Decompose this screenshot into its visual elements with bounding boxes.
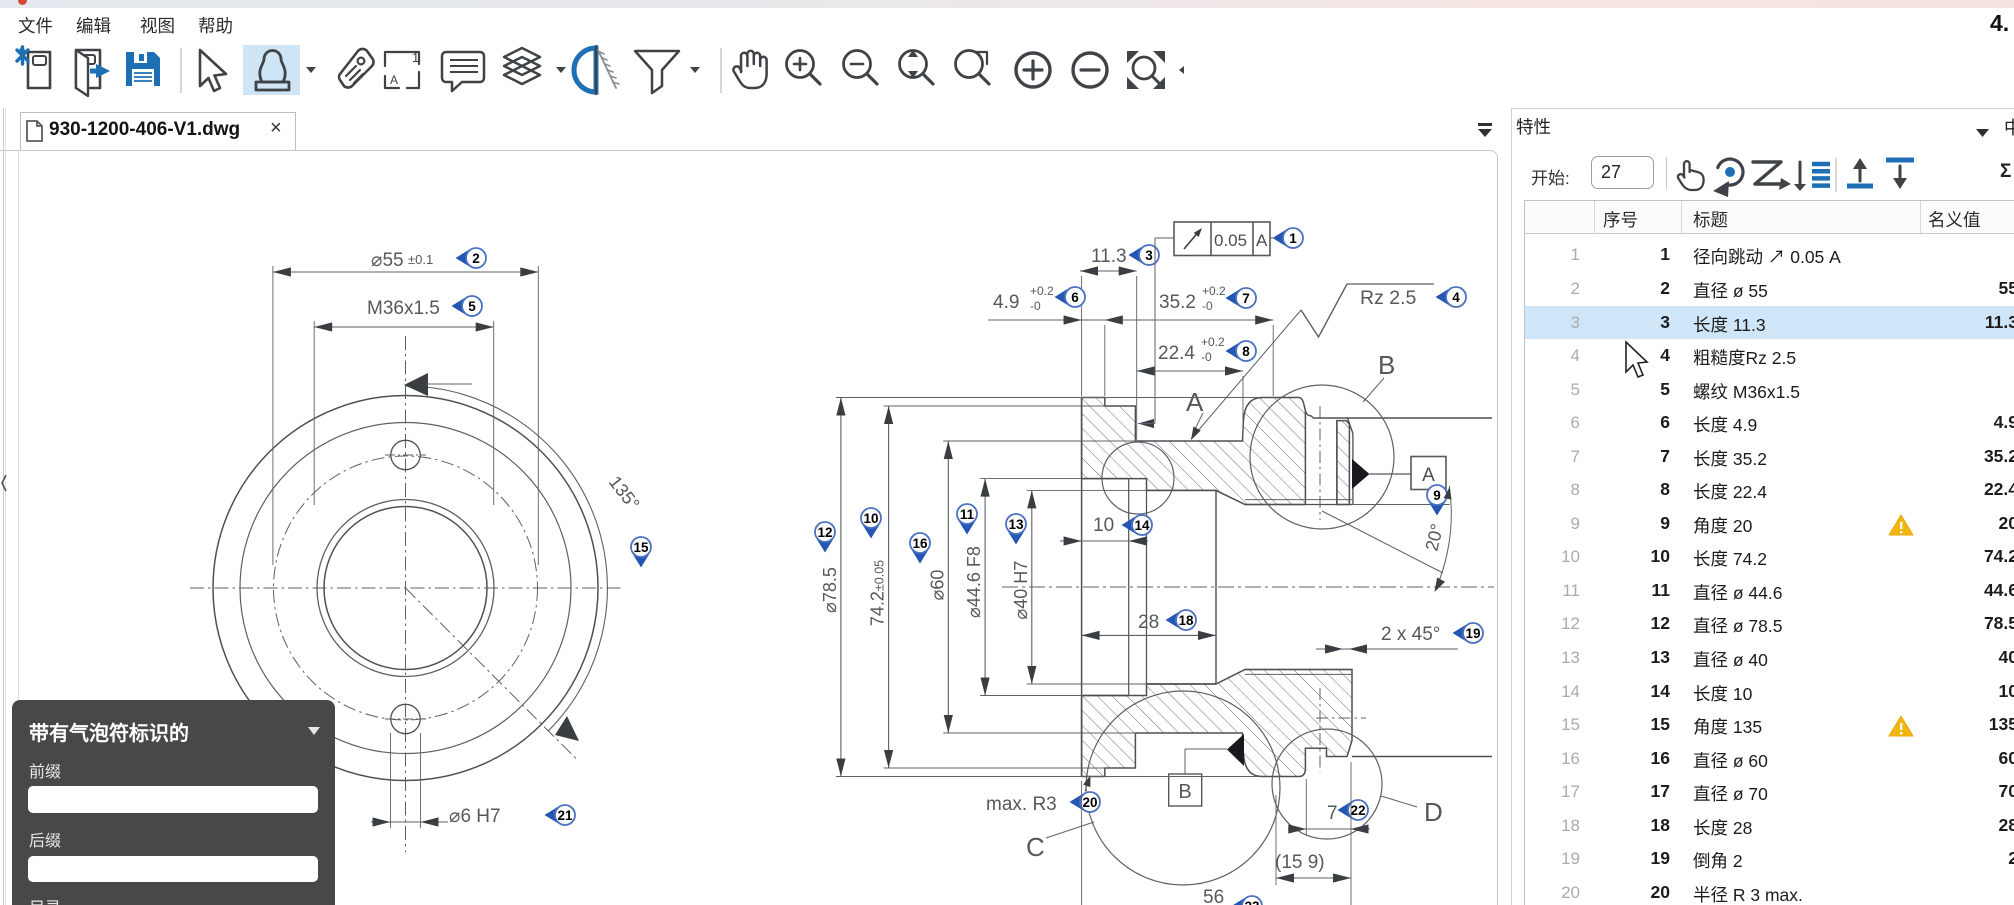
svg-text:2: 2	[472, 251, 480, 266]
svg-text:+0.2: +0.2	[1030, 284, 1054, 298]
svg-text:4.9: 4.9	[993, 292, 1019, 313]
svg-text:20°: 20°	[1421, 522, 1447, 553]
svg-text:18: 18	[1178, 613, 1194, 628]
svg-text:±0.1: ±0.1	[408, 252, 433, 267]
svg-text:⌀40 H7: ⌀40 H7	[1011, 561, 1031, 620]
svg-text:-0: -0	[1030, 299, 1041, 313]
svg-text:⌀44.6 F8: ⌀44.6 F8	[964, 546, 984, 618]
svg-text:8: 8	[1242, 344, 1250, 359]
svg-text:A: A	[1422, 465, 1435, 486]
svg-text:⌀78.5: ⌀78.5	[820, 567, 840, 613]
svg-text:-0: -0	[1201, 350, 1212, 364]
svg-text:22: 22	[1350, 803, 1365, 818]
svg-text:0.05: 0.05	[1214, 231, 1247, 250]
svg-text:74.2±0.05: 74.2±0.05	[868, 560, 888, 626]
svg-text:4: 4	[1452, 290, 1460, 305]
svg-text:7: 7	[1242, 291, 1250, 306]
svg-text:20: 20	[1082, 795, 1097, 810]
svg-text:16: 16	[912, 536, 928, 551]
svg-text:21: 21	[557, 808, 573, 823]
svg-text:14: 14	[1134, 518, 1150, 533]
svg-text:B: B	[1378, 350, 1395, 380]
svg-text:-0: -0	[1202, 299, 1213, 313]
svg-text:(15 9): (15 9)	[1275, 852, 1325, 873]
svg-text:23: 23	[1244, 899, 1260, 905]
svg-text:22.4: 22.4	[1158, 343, 1195, 364]
svg-text:A: A	[1256, 231, 1268, 250]
svg-text:6: 6	[1071, 290, 1079, 305]
svg-text:⌀55: ⌀55	[371, 250, 404, 271]
svg-text:1: 1	[1289, 231, 1297, 246]
svg-text:C: C	[1026, 832, 1045, 862]
svg-text:A: A	[1186, 387, 1204, 417]
svg-text:56: 56	[1203, 887, 1224, 905]
svg-text:135°: 135°	[605, 472, 644, 514]
svg-text:19: 19	[1465, 626, 1480, 641]
svg-text:M36x1.5: M36x1.5	[367, 298, 440, 319]
svg-text:12: 12	[817, 525, 832, 540]
svg-text:10: 10	[863, 511, 878, 526]
svg-text:max. R3: max. R3	[986, 794, 1057, 815]
svg-text:35.2: 35.2	[1159, 292, 1196, 313]
svg-text:⌀6 H7: ⌀6 H7	[449, 806, 501, 827]
svg-text:3: 3	[1145, 248, 1153, 263]
svg-text:Rz 2.5: Rz 2.5	[1360, 287, 1417, 309]
svg-text:15: 15	[633, 540, 649, 555]
svg-text:13: 13	[1008, 517, 1024, 532]
svg-text:⌀60: ⌀60	[927, 570, 947, 601]
svg-text:10: 10	[1093, 515, 1114, 536]
svg-text:D: D	[1424, 797, 1443, 827]
svg-text:5: 5	[468, 299, 476, 314]
svg-text:7: 7	[1327, 803, 1338, 824]
svg-text:11: 11	[960, 507, 975, 522]
svg-text:+0.2: +0.2	[1201, 335, 1225, 349]
svg-text:11.3: 11.3	[1091, 246, 1127, 267]
svg-text:B: B	[1178, 781, 1191, 803]
svg-text:9: 9	[1433, 488, 1441, 503]
svg-text:2 x 45°: 2 x 45°	[1381, 624, 1440, 645]
svg-text:+0.2: +0.2	[1202, 284, 1226, 298]
svg-text:28: 28	[1138, 612, 1159, 633]
